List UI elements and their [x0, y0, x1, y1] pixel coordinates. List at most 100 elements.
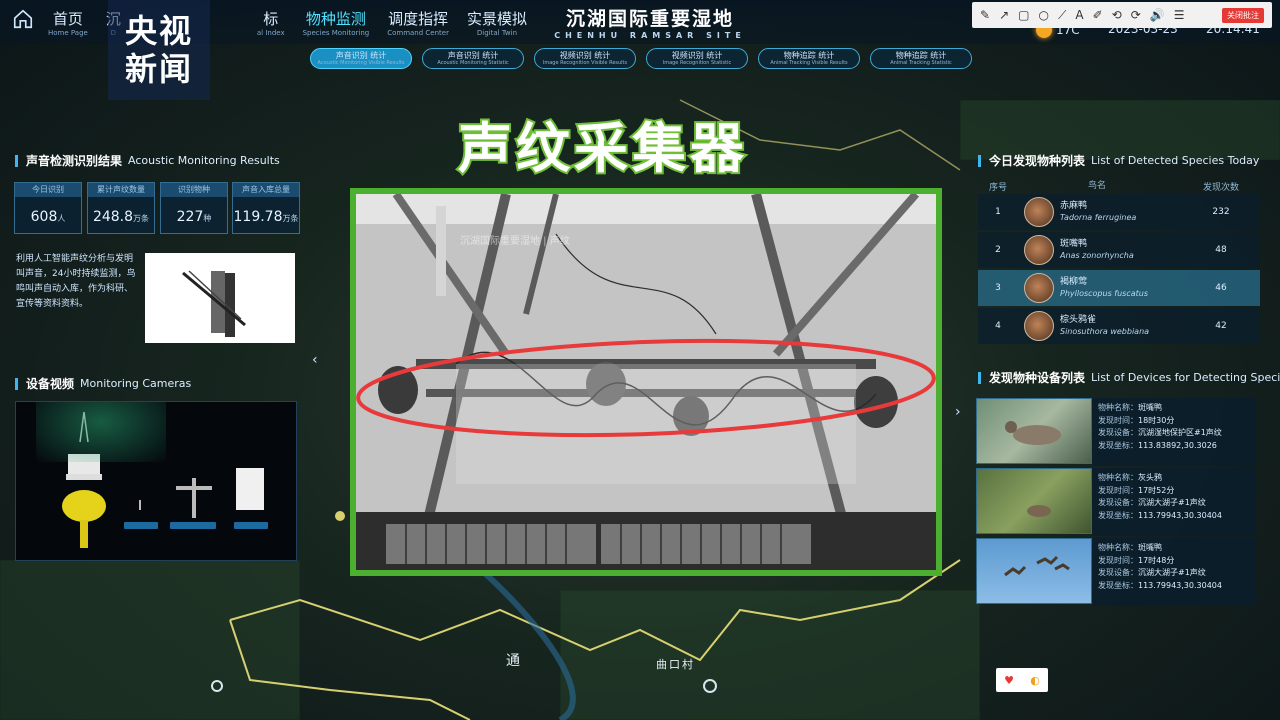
info-value: 17时52分 — [1138, 485, 1175, 495]
species-count: 42 — [1215, 321, 1227, 331]
highlighter-tool-icon[interactable]: ✐ — [1093, 8, 1103, 22]
species-latin-name: Sinosuthora webbiana — [1060, 327, 1150, 336]
nav-item-index[interactable]: 标 al Index — [251, 8, 291, 37]
heart-icon[interactable]: ♥ — [1004, 674, 1014, 687]
tab-image-statistic[interactable]: 视频识别 统计 Image Recognition Statistic — [646, 48, 748, 69]
table-header: 序号 鸟名 发现次数 — [978, 178, 1260, 194]
chevron-left-icon[interactable]: ‹ — [312, 352, 318, 368]
species-name: 褐柳莺 — [1060, 277, 1088, 287]
device-tag[interactable] — [170, 522, 216, 529]
table-row[interactable]: 3 褐柳莺 Phylloscopus fuscatus 46 — [978, 270, 1260, 306]
table-row[interactable]: 1 赤麻鸭 Tadorna ferruginea 232 — [978, 194, 1260, 230]
line-tool-icon[interactable]: ⟋ — [1058, 8, 1066, 23]
chevron-right-icon[interactable]: › — [955, 404, 961, 420]
stat-value: 608 — [30, 209, 58, 225]
info-key: 发现设备： — [1098, 498, 1138, 507]
tab-image-visible[interactable]: 视频识别 统计 Image Recognition Visible Result… — [534, 48, 636, 69]
close-annotation-button[interactable]: 关闭批注 — [1222, 7, 1264, 23]
species-name: 斑嘴鸭 — [1060, 239, 1088, 249]
devices-panel-title: 发现物种设备列表 List of Devices for Detecting S… — [978, 369, 1280, 386]
info-value: 113.79943,30.30404 — [1138, 580, 1222, 590]
map-label: 通 — [506, 653, 522, 669]
info-key: 发现时间： — [1098, 485, 1138, 495]
panel-title-en: Monitoring Cameras — [80, 377, 192, 390]
undo-icon[interactable]: ⟲ — [1112, 8, 1122, 22]
annotation-toolbar: ✎ ↗ ▢ ○ ⟋ A ✐ ⟲ ⟳ 🔊 ☰ 关闭批注 — [972, 2, 1272, 28]
tab-label: 声音识别 统计 — [447, 51, 499, 60]
site-title-cn: 沉湖国际重要湿地 — [565, 8, 734, 30]
bird-avatar — [1024, 197, 1054, 227]
tab-tracking-visible[interactable]: 物种追踪 统计 Animal Tracking Visible Results — [758, 48, 860, 69]
tab-label: 视频识别 统计 — [559, 51, 611, 60]
circle-tool-icon[interactable]: ○ — [1038, 8, 1048, 22]
info-key: 物种名称： — [1098, 473, 1138, 482]
species-count: 46 — [1215, 283, 1227, 293]
device-tag[interactable] — [234, 522, 268, 529]
nav-item-command-center[interactable]: 调度指挥 Command Center — [381, 8, 455, 37]
tab-acoustic-visible[interactable]: 声音识别 统计 Acoustic Monitoring Visible Resu… — [310, 48, 412, 69]
home-icon[interactable] — [12, 8, 34, 30]
nav-item-sublabel: Command Center — [387, 29, 449, 37]
recorder-sketch-icon — [182, 270, 246, 337]
panel-title-en: List of Detected Species Today — [1091, 154, 1260, 167]
info-key: 物种名称： — [1098, 543, 1138, 552]
main-nav: 首页 Home Page 沉 D 标 al Index 物种监测 Species… — [12, 8, 533, 37]
speaker-icon[interactable]: 🔊 — [1150, 8, 1165, 22]
info-value: 沉湖大湖子#1声纹 — [1138, 568, 1206, 577]
tab-acoustic-statistic[interactable]: 声音识别 统计 Acoustic Monitoring Statistic — [422, 48, 524, 69]
bird-avatar — [1024, 311, 1054, 341]
device-card[interactable]: 物种名称：灰头鸦 发现时间：17时52分 发现设备：沉湖大湖子#1声纹 发现坐标… — [976, 468, 1256, 536]
info-value: 斑嘴鸭 — [1138, 543, 1162, 552]
stat-label: 今日识别 — [15, 183, 81, 197]
row-index: 4 — [995, 321, 1001, 331]
stat-unit: 万条 — [282, 214, 299, 223]
tab-sublabel: Acoustic Monitoring Statistic — [437, 60, 509, 66]
map-label: 曲口村 — [656, 658, 695, 671]
tab-sublabel: Animal Tracking Visible Results — [770, 60, 848, 66]
info-key: 发现坐标： — [1098, 510, 1138, 520]
rectangle-tool-icon[interactable]: ▢ — [1018, 8, 1029, 22]
floating-toolbar: ♥ ◐ — [996, 668, 1048, 692]
species-name: 棕头鸦雀 — [1060, 315, 1097, 325]
text-tool-icon[interactable]: A — [1075, 8, 1083, 22]
nav-item-species-monitoring[interactable]: 物种监测 Species Monitoring — [297, 8, 376, 37]
info-value: 斑嘴鸭 — [1138, 403, 1162, 412]
tab-sublabel: Acoustic Monitoring Visible Results — [317, 60, 405, 66]
nav-item-sublabel: Species Monitoring — [302, 29, 370, 37]
row-index: 3 — [995, 283, 1001, 293]
device-tag[interactable] — [124, 522, 158, 529]
stat-unit: 人 — [57, 214, 66, 223]
panel-title-cn: 设备视频 — [26, 377, 75, 391]
device-card[interactable]: 物种名称：斑嘴鸭 发现时间：18时30分 发现设备：沉湖湿地保护区#1声纹 发现… — [976, 398, 1256, 466]
device-info: 物种名称：斑嘴鸭 发现时间：17时48分 发现设备：沉湖大湖子#1声纹 发现坐标… — [1092, 538, 1256, 606]
bird-photo — [976, 398, 1092, 464]
pen-tool-icon[interactable]: ✎ — [980, 8, 990, 22]
species-latin-name: Phylloscopus fuscatus — [1060, 289, 1149, 298]
panel-title-cn: 今日发现物种列表 — [989, 154, 1086, 168]
table-row[interactable]: 2 斑嘴鸭 Anas zonorhyncha 48 — [978, 232, 1260, 268]
camera-devices-view[interactable] — [15, 401, 297, 561]
table-row[interactable]: 4 棕头鸦雀 Sinosuthora webbiana 42 — [978, 308, 1260, 344]
sub-tabs: 声音识别 统计 Acoustic Monitoring Visible Resu… — [310, 48, 972, 69]
nav-item-sublabel: al Index — [256, 29, 285, 37]
stat-unit: 万条 — [133, 214, 150, 223]
info-value: 18时30分 — [1138, 415, 1175, 425]
bird-silhouette-icon — [1005, 421, 1061, 445]
arrow-tool-icon[interactable]: ↗ — [999, 8, 1009, 22]
menu-icon[interactable]: ☰ — [1174, 8, 1185, 22]
info-key: 发现设备： — [1098, 428, 1138, 437]
info-key: 发现时间： — [1098, 555, 1138, 565]
species-latin-name: Tadorna ferruginea — [1060, 213, 1137, 222]
redo-icon[interactable]: ⟳ — [1131, 8, 1141, 22]
site-title: 沉湖国际重要湿地 CHENHU RAMSAR SITE — [520, 4, 780, 40]
info-key: 发现时间： — [1098, 415, 1138, 425]
nav-item-home[interactable]: 首页 Home Page — [42, 8, 94, 37]
bird-avatar — [1024, 273, 1054, 303]
device-card[interactable]: 物种名称：斑嘴鸭 发现时间：17时48分 发现设备：沉湖大湖子#1声纹 发现坐标… — [976, 538, 1256, 606]
info-key: 发现坐标： — [1098, 580, 1138, 590]
video-player[interactable]: 沉湖国际重要湿地 | 声纹 — [350, 188, 942, 576]
tab-tracking-statistic[interactable]: 物种追踪 统计 Animal Tracking Statistic — [870, 48, 972, 69]
info-key: 物种名称： — [1098, 403, 1138, 412]
info-value: 113.83892,30.3026 — [1138, 440, 1217, 450]
bird-icon[interactable]: ◐ — [1030, 674, 1040, 687]
